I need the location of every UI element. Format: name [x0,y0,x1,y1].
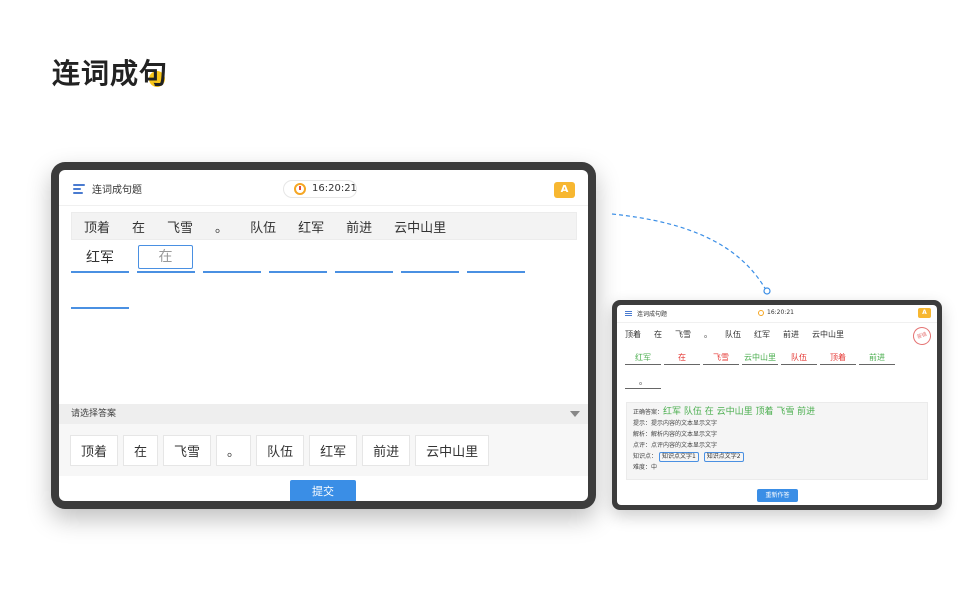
analysis-text: 解析：解析内容的文本显示文字 [633,431,718,438]
pool-word: 在 [132,220,146,236]
pool-word: 顶着 [84,220,111,236]
answer-blank[interactable] [203,245,261,273]
result-panel: 正确答案：红军 队伍 在 云中山里 顶着 飞雪 前进 提示：提示内容的文本显示文… [626,402,928,480]
menu-icon[interactable] [625,311,632,317]
font-size-button[interactable]: A [918,308,931,318]
option-button[interactable]: 。 [216,434,252,466]
small-answer-blank: 飞雪 [703,351,739,365]
correct-answer: 红军 队伍 在 云中山里 顶着 飞雪 前进 [663,407,816,417]
timer: 16:20:21 [283,180,357,198]
collapse-caret-icon[interactable] [570,411,580,417]
header-title: 连词成句题 [92,185,142,196]
pool-word: 。 [704,330,712,339]
pool-word: 在 [654,330,662,339]
answer-blank-active[interactable]: 在 [137,245,195,273]
answer-blank[interactable] [335,245,393,273]
font-size-button[interactable]: A [554,182,575,198]
option-button[interactable]: 前进 [362,434,411,466]
small-answer-blank: 在 [664,351,700,365]
answer-panel-header[interactable]: 请选择答案 [59,404,588,424]
result-stamp: 答错 [910,324,934,348]
screen-small: 连词成句题 16:20:21 A 答错 顶着 在 飞雪 。 队伍 红军 前进 云… [617,305,937,505]
pool-word: 前进 [783,330,799,339]
header-bar: 连词成句题 16:20:21 A [59,170,588,206]
retry-button[interactable]: 重新作答 [757,489,798,502]
answer-blank[interactable] [467,245,525,273]
knowledge-tag[interactable]: 知识点文字1 [658,452,699,462]
correct-answer-row: 正确答案：红军 队伍 在 云中山里 顶着 飞雪 前进 [633,407,921,418]
answer-blank[interactable] [401,245,459,273]
small-answer-blank: 红军 [625,351,661,365]
knowledge-label: 知识点： [633,453,658,460]
pool-word: 红军 [298,220,325,236]
pool-word: 飞雪 [167,220,194,236]
knowledge-row: 知识点： 知识点文字1 知识点文字2 [633,451,921,462]
pool-word: 队伍 [725,330,741,339]
word-pool: 顶着 在 飞雪 。 队伍 红军 前进 云中山里 [71,212,577,240]
pool-word: 队伍 [250,220,277,236]
option-button[interactable]: 队伍 [256,434,305,466]
small-header-bar: 连词成句题 16:20:21 A [617,305,937,323]
option-button[interactable]: 在 [123,434,159,466]
answer-blank[interactable]: 红军 [71,245,129,273]
small-timer-text: 16:20:21 [767,309,794,316]
submit-button[interactable]: 提交 [290,480,356,501]
option-button[interactable]: 云中山里 [415,434,490,466]
pool-word: 云中山里 [394,220,447,236]
knowledge-tag[interactable]: 知识点文字2 [703,452,744,462]
alarm-clock-icon [758,310,764,316]
comment-text: 点评：点评内容的文本显示文字 [633,442,718,449]
tablet-large: 连词成句题 16:20:21 A 顶着 在 飞雪 。 队伍 红军 前进 云中山里… [51,162,596,509]
screen-large: 连词成句题 16:20:21 A 顶着 在 飞雪 。 队伍 红军 前进 云中山里… [59,170,588,501]
pool-word: 。 [215,220,229,236]
alarm-clock-icon [294,183,306,195]
small-word-pool: 顶着 在 飞雪 。 队伍 红军 前进 云中山里 [625,329,857,340]
tablet-small: 连词成句题 16:20:21 A 答错 顶着 在 飞雪 。 队伍 红军 前进 云… [612,300,942,510]
page: 连词成句 连词成句题 16:20:21 A 顶着 在 飞雪 。 队伍 红军 前进 [0,0,960,600]
small-answer-blank: 顶着 [820,351,856,365]
menu-icon[interactable] [73,184,85,194]
small-answer-blank: 前进 [859,351,895,365]
option-list: 顶着 在 飞雪 。 队伍 红军 前进 云中山里 [59,424,588,476]
page-title: 连词成句 [52,57,169,90]
small-answer-blank: 。 [625,375,661,389]
difficulty-text: 难度：中 [633,464,658,471]
small-timer: 16:20:21 [758,309,794,316]
answer-blank[interactable] [71,281,129,309]
pool-word: 云中山里 [812,330,844,339]
pool-word: 前进 [346,220,373,236]
small-answer-blank: 云中山里 [742,351,778,365]
pool-word: 飞雪 [675,330,691,339]
option-button[interactable]: 顶着 [70,434,119,466]
small-header-title: 连词成句题 [637,311,668,318]
active-blank-box[interactable]: 在 [138,245,193,269]
pool-word: 顶着 [625,330,641,339]
option-button[interactable]: 红军 [309,434,358,466]
pool-word: 红军 [754,330,770,339]
small-answer-blank: 队伍 [781,351,817,365]
correct-answer-label: 正确答案： [633,409,664,416]
answer-panel-label: 请选择答案 [71,409,117,419]
timer-text: 16:20:21 [312,183,357,194]
answer-blank[interactable] [269,245,327,273]
option-button[interactable]: 飞雪 [163,434,212,466]
hint-text: 提示：提示内容的文本显示文字 [633,420,718,427]
